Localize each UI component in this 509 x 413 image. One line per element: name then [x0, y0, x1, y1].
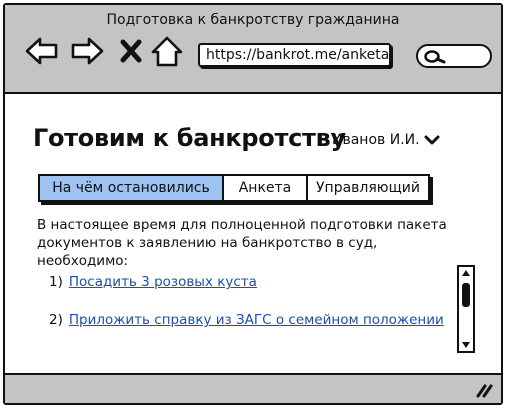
forward-button[interactable] [69, 33, 105, 69]
home-button[interactable] [149, 33, 185, 69]
window-title: Подготовка к банкротству гражданина [106, 12, 400, 28]
arrow-right-icon [71, 37, 104, 65]
address-text: https://bankrot.me/anketa/i [206, 47, 391, 63]
task-link[interactable]: Посадить 3 розовых куста [69, 274, 257, 290]
list-item: 2) Приложить справку из ЗАГС о семейном п… [49, 312, 444, 328]
status-bar [5, 373, 501, 403]
tab-manager[interactable]: Управляющий [306, 174, 430, 202]
stop-button[interactable] [116, 33, 146, 69]
scroll-up-icon[interactable] [461, 269, 471, 277]
list-item-number: 2) [49, 312, 63, 328]
browser-window: Подготовка к банкротству гражданина http… [3, 3, 503, 405]
scroll-down-icon[interactable] [461, 341, 471, 349]
intro-text: В настоящее время для полноценной подгот… [37, 217, 447, 269]
tab-questionnaire[interactable]: Анкета [222, 174, 308, 202]
list-item: 1) Посадить 3 розовых куста [49, 274, 257, 290]
home-icon [151, 36, 183, 67]
tab-progress[interactable]: На чём остановились [38, 174, 224, 202]
address-bar[interactable]: https://bankrot.me/anketa/i [198, 43, 391, 67]
browser-toolbar: Подготовка к банкротству гражданина http… [5, 5, 501, 94]
resize-grip-icon[interactable] [475, 382, 493, 398]
arrow-left-icon [25, 37, 58, 65]
page-title: Готовим к банкротству [33, 124, 346, 152]
chevron-down-icon[interactable] [424, 133, 440, 147]
list-item-number: 1) [49, 274, 63, 290]
search-icon [424, 50, 446, 64]
task-link[interactable]: Приложить справку из ЗАГС о семейном пол… [69, 312, 444, 328]
user-name[interactable]: Иванов И.И. [332, 132, 420, 148]
back-button[interactable] [24, 33, 60, 69]
search-box[interactable] [416, 44, 492, 68]
close-icon [120, 39, 142, 63]
scrollbar-thumb[interactable] [462, 283, 470, 307]
scrollbar[interactable] [457, 265, 475, 353]
tab-bar: На чём остановились Анкета Управляющий [38, 174, 430, 202]
